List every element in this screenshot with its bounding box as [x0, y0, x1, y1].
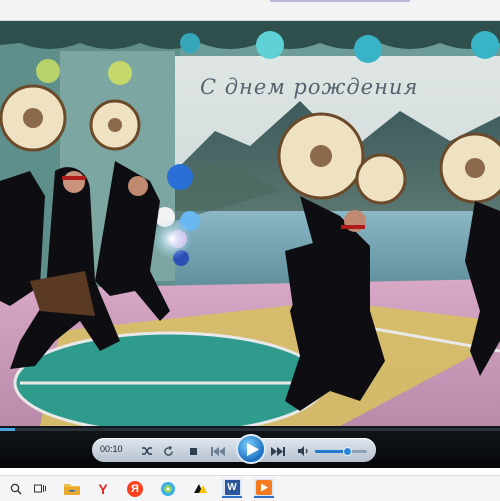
seek-bar[interactable] — [0, 428, 500, 431]
player-controls: 00:10 — [0, 426, 500, 468]
spacer — [0, 468, 500, 475]
yandex-icon[interactable]: Y — [93, 479, 113, 498]
word-icon[interactable]: W — [222, 479, 242, 498]
word-icon-label: W — [224, 480, 240, 495]
banner-text: С днем рождения — [200, 75, 419, 99]
search-icon[interactable] — [6, 479, 26, 498]
beeline-icon[interactable] — [190, 479, 210, 498]
yandex-icon-label: Y — [98, 480, 108, 497]
yandex-browser-icon[interactable]: Я — [125, 479, 145, 498]
media-center-icon[interactable] — [158, 479, 178, 498]
video-frame[interactable]: С днем рождения — [0, 21, 500, 426]
tab-indicator — [270, 0, 410, 2]
browser-top-strip — [0, 0, 500, 21]
volume-slider[interactable] — [315, 447, 367, 456]
stop-icon[interactable] — [185, 443, 201, 459]
yandex-browser-icon-label: Я — [127, 480, 143, 497]
repeat-icon[interactable] — [160, 443, 176, 459]
previous-icon[interactable] — [210, 443, 226, 459]
task-view-icon[interactable] — [30, 479, 50, 498]
play-icon — [246, 442, 259, 456]
file-explorer-icon[interactable] — [62, 479, 82, 498]
seek-progress — [0, 428, 15, 431]
next-icon[interactable] — [270, 443, 286, 459]
media-player-window: С днем рождения 00:10 — [0, 21, 500, 468]
shuffle-icon[interactable] — [139, 443, 155, 459]
speaker-icon[interactable] — [296, 443, 312, 459]
elapsed-time: 00:10 — [100, 444, 123, 454]
media-player-icon[interactable] — [254, 479, 274, 498]
taskbar: Y Я W — [0, 475, 500, 501]
play-button[interactable] — [236, 434, 266, 464]
